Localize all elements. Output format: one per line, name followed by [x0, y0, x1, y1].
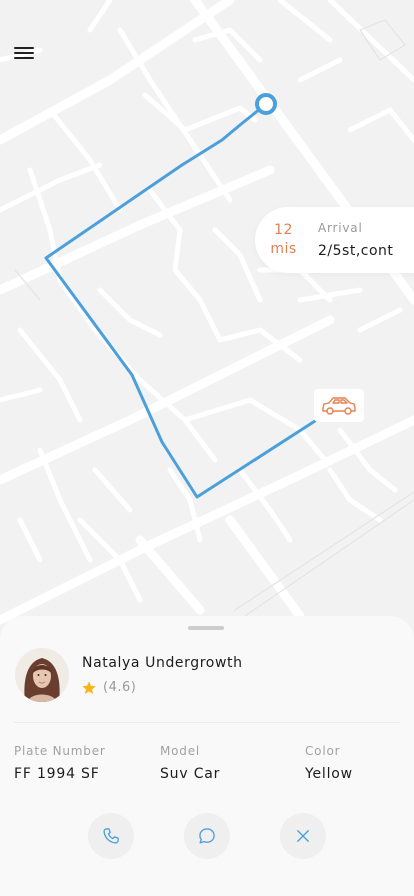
- driver-sheet: Natalya Undergrowth (4.6) Plate Number F…: [0, 616, 414, 896]
- destination-marker: [255, 93, 277, 115]
- car-marker[interactable]: [314, 389, 364, 422]
- model-label: Model: [160, 744, 201, 758]
- color-label: Color: [305, 744, 341, 758]
- car-icon: [322, 396, 356, 415]
- plate-number-label: Plate Number: [14, 744, 106, 758]
- driver-rating: (4.6): [103, 680, 137, 695]
- plate-number-value: FF 1994 SF: [14, 766, 100, 782]
- sheet-handle[interactable]: [188, 626, 224, 630]
- arrival-label: Arrival: [318, 221, 363, 235]
- message-button[interactable]: [184, 813, 230, 859]
- eta-card: 12 mis Arrival 2/5st,cont: [255, 207, 414, 273]
- message-icon: [199, 828, 215, 844]
- divider: [14, 722, 400, 723]
- model-value: Suv Car: [160, 766, 221, 782]
- eta-unit: mis: [270, 241, 297, 257]
- call-button[interactable]: [88, 813, 134, 859]
- model-group: Model Suv Car: [160, 744, 220, 782]
- color-value: Yellow: [305, 766, 353, 782]
- menu-icon: [14, 47, 34, 49]
- color-group: Color Yellow: [305, 744, 353, 782]
- menu-button[interactable]: [12, 44, 36, 66]
- cancel-ride-button[interactable]: [280, 813, 326, 859]
- arrival-address: 2/5st,cont: [318, 243, 394, 259]
- eta-time: 12 mis: [261, 221, 306, 259]
- close-icon: [297, 830, 309, 842]
- star-icon: [82, 681, 96, 694]
- phone-icon: [103, 828, 119, 844]
- eta-minutes: 12: [274, 222, 293, 238]
- driver-avatar: [15, 648, 69, 702]
- plate-number-group: Plate Number FF 1994 SF: [14, 744, 106, 782]
- driver-name: Natalya Undergrowth: [82, 655, 243, 671]
